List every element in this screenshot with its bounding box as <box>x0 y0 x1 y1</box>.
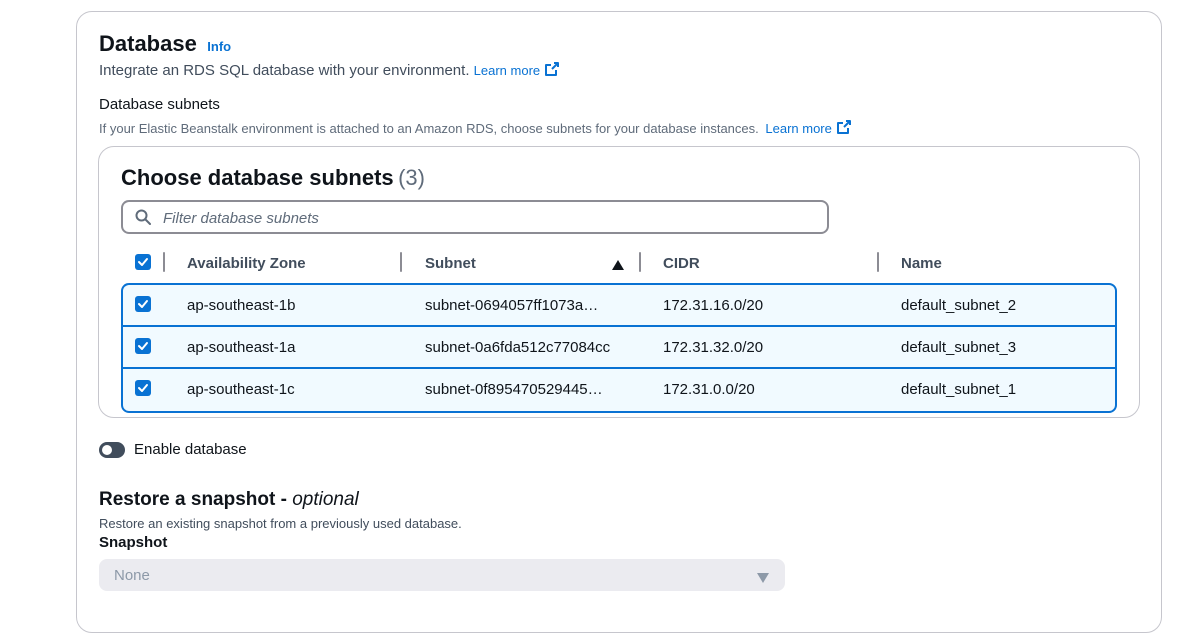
cell-subnet: subnet-0a6fda512c77084cc <box>425 339 611 356</box>
table-row[interactable]: ap-southeast-1c subnet-0f895470529445… 1… <box>123 367 1115 411</box>
row-checkbox[interactable] <box>135 296 151 312</box>
filter-box <box>121 200 829 234</box>
cell-az: ap-southeast-1b <box>187 297 296 314</box>
column-divider[interactable] <box>877 252 879 272</box>
check-icon <box>138 342 148 350</box>
learn-more-label: Learn more <box>765 121 832 136</box>
column-header-az[interactable]: Availability Zone <box>187 255 306 272</box>
cell-subnet: subnet-0694057ff1073a… <box>425 297 599 314</box>
row-checkbox[interactable] <box>135 380 151 396</box>
snapshot-label: Snapshot <box>99 534 168 551</box>
cell-cidr: 172.31.32.0/20 <box>663 339 764 356</box>
database-subnets-label: Database subnets <box>99 96 220 113</box>
restore-title-optional: optional <box>292 489 359 510</box>
database-header: Database Info <box>99 31 231 57</box>
table-header: Choose database subnets (3) <box>121 165 425 191</box>
external-link-icon <box>544 61 560 80</box>
cell-cidr: 172.31.16.0/20 <box>663 297 764 314</box>
check-icon <box>138 258 148 266</box>
subnets-learn-more-link[interactable]: Learn more <box>765 119 852 138</box>
column-divider[interactable] <box>400 252 402 272</box>
caret-down-icon <box>757 570 769 588</box>
column-divider <box>163 252 165 272</box>
database-description-row: Integrate an RDS SQL database with your … <box>99 61 560 80</box>
enable-database-toggle[interactable] <box>99 442 125 458</box>
table-title: Choose database subnets <box>121 165 394 190</box>
learn-more-label: Learn more <box>473 63 541 78</box>
column-header-name[interactable]: Name <box>901 255 942 272</box>
cell-name: default_subnet_3 <box>901 339 1017 356</box>
table-body: ap-southeast-1b subnet-0694057ff1073a… 1… <box>121 283 1117 413</box>
column-divider[interactable] <box>639 252 641 272</box>
restore-title-text: Restore a snapshot - <box>99 489 293 510</box>
toggle-knob <box>102 445 112 455</box>
table-row[interactable]: ap-southeast-1b subnet-0694057ff1073a… 1… <box>123 285 1115 327</box>
subnets-description: If your Elastic Beanstalk environment is… <box>99 121 759 136</box>
cell-subnet: subnet-0f895470529445… <box>425 381 603 398</box>
restore-title: Restore a snapshot - optional <box>99 489 359 511</box>
enable-database-label: Enable database <box>134 441 247 458</box>
select-all-checkbox[interactable] <box>135 254 151 270</box>
subnets-description-row: If your Elastic Beanstalk environment is… <box>99 119 852 138</box>
search-icon <box>135 209 151 230</box>
subnets-table: Choose database subnets (3) Availability… <box>98 146 1140 418</box>
column-header-cidr[interactable]: CIDR <box>663 255 700 272</box>
database-description: Integrate an RDS SQL database with your … <box>99 62 470 79</box>
cell-az: ap-southeast-1a <box>187 339 296 356</box>
row-checkbox[interactable] <box>135 338 151 354</box>
sort-ascending-icon[interactable] <box>612 257 624 275</box>
info-link[interactable]: Info <box>207 39 231 54</box>
column-header-subnet[interactable]: Subnet <box>425 255 476 272</box>
check-icon <box>138 384 148 392</box>
table-row[interactable]: ap-southeast-1a subnet-0a6fda512c77084cc… <box>123 325 1115 369</box>
cell-name: default_subnet_2 <box>901 297 1017 314</box>
learn-more-link[interactable]: Learn more <box>473 61 560 80</box>
cell-cidr: 172.31.0.0/20 <box>663 381 755 398</box>
cell-az: ap-southeast-1c <box>187 381 295 398</box>
external-link-icon <box>836 119 852 138</box>
database-title: Database <box>99 31 197 56</box>
database-panel: Database Info Integrate an RDS SQL datab… <box>76 11 1162 633</box>
restore-description: Restore an existing snapshot from a prev… <box>99 516 462 531</box>
snapshot-select-value: None <box>114 567 150 584</box>
cell-name: default_subnet_1 <box>901 381 1017 398</box>
snapshot-select[interactable]: None <box>99 559 785 591</box>
filter-input[interactable] <box>161 202 805 234</box>
table-count: (3) <box>398 165 425 190</box>
check-icon <box>138 300 148 308</box>
